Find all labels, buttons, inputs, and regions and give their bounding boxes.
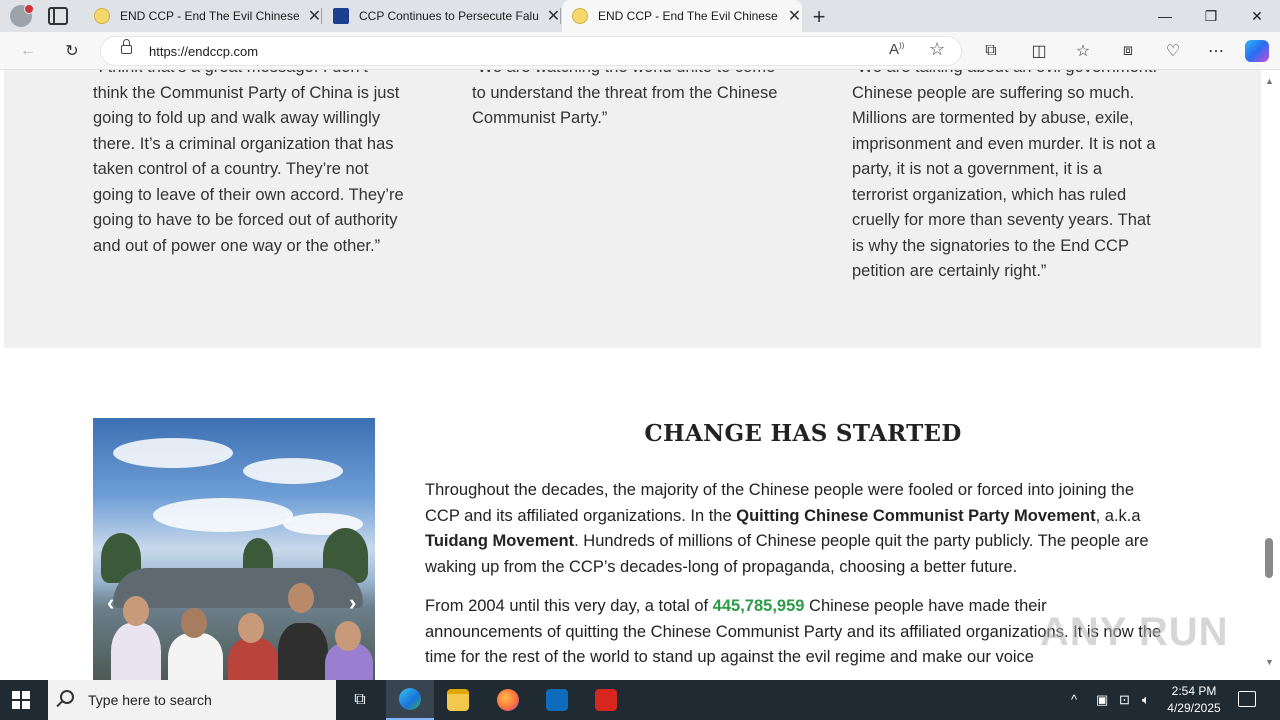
extensions-icon[interactable]: ⧉ xyxy=(980,40,1002,62)
close-window-button[interactable]: ✕ xyxy=(1234,0,1280,32)
notification-icon[interactable] xyxy=(1238,691,1256,707)
edge-icon xyxy=(399,688,421,710)
tab-title: END CCP - End The Evil Chinese Communist… xyxy=(598,9,779,23)
quote-line: going to fold up and walk away willingly xyxy=(93,109,381,127)
quote-line: “We are talking about an evil government… xyxy=(852,70,1172,81)
carousel-prev-button[interactable]: ‹ xyxy=(107,590,114,616)
browser-toolbar: ← ↻ https://endccp.com A)) ☆ ⧉ ◫ ☆ ⧈ ♡ ⋯ xyxy=(0,32,1280,70)
firefox-button[interactable] xyxy=(484,680,532,720)
date: 4/29/2025 xyxy=(1167,701,1221,715)
tab-1[interactable]: END CCP - End The Evil Chinese Communist… xyxy=(84,0,322,32)
quote-line: “I think that’s a great message. I don’t xyxy=(93,70,423,81)
outlook-icon xyxy=(546,689,568,711)
quit-count: 445,785,959 xyxy=(712,597,805,615)
smiley-favicon-icon xyxy=(572,8,588,24)
time: 2:54 PM xyxy=(1171,684,1217,698)
network-icon[interactable]: ⊡ xyxy=(1119,692,1130,708)
quote-1: “I think that’s a great message. I don’t… xyxy=(93,70,423,259)
volume-icon[interactable]: 🔈︎ xyxy=(1142,692,1150,708)
clock[interactable]: 2:54 PM 4/29/2025 xyxy=(1158,683,1230,717)
outlook-button[interactable] xyxy=(533,680,581,720)
quote-line: party, it is not a government, it is a xyxy=(852,160,1103,178)
quote-line: “We are watching the world unite to come xyxy=(472,70,802,81)
quote-line: imprisonment and even murder. It is not … xyxy=(852,134,1156,153)
task-view-button[interactable]: ⧉ xyxy=(336,680,384,720)
scroll-up-icon[interactable]: ▲ xyxy=(1265,76,1274,86)
address-bar[interactable]: https://endccp.com A)) ☆ xyxy=(100,36,962,66)
acrobat-button[interactable] xyxy=(582,680,630,720)
task-view-icon: ⧉ xyxy=(354,691,366,708)
quote-line: going to have to be forced out of author… xyxy=(93,211,398,229)
copilot-icon[interactable] xyxy=(1245,40,1269,62)
tab-actions-icon[interactable] xyxy=(48,7,68,25)
new-tab-button[interactable]: + xyxy=(809,4,829,30)
close-icon[interactable]: ✕ xyxy=(546,6,561,26)
windows-start-icon[interactable] xyxy=(12,691,30,709)
search-icon xyxy=(60,690,74,704)
carousel-next-button[interactable]: › xyxy=(349,590,356,616)
quote-line: and out of power one way or the other.” xyxy=(93,236,381,255)
quote-line: Chinese people are suffering so much. xyxy=(852,83,1135,102)
tab-strip: END CCP - End The Evil Chinese Communist… xyxy=(0,0,1280,32)
quote-line: terrorist organization, which has ruled xyxy=(852,185,1127,204)
edge-taskbar-button[interactable] xyxy=(386,680,434,720)
back-icon[interactable]: ← xyxy=(17,40,39,62)
close-icon[interactable]: ✕ xyxy=(307,6,322,26)
quote-line: think the Communist Party of China is ju… xyxy=(93,83,400,102)
quote-line: cruelly for more than seventy years. Tha… xyxy=(852,211,1151,229)
firefox-icon xyxy=(497,689,519,711)
scroll-down-icon[interactable]: ▼ xyxy=(1265,657,1274,667)
quote-line: Communist Party.” xyxy=(472,109,608,127)
browser-essentials-icon[interactable]: ♡ xyxy=(1162,40,1184,62)
acrobat-icon xyxy=(595,689,617,711)
smiley-favicon-icon xyxy=(94,8,110,24)
close-icon[interactable]: ✕ xyxy=(787,6,802,26)
taskbar-search[interactable]: Type here to search xyxy=(48,680,336,720)
chevron-up-icon[interactable]: ^ xyxy=(1071,692,1077,707)
split-screen-icon[interactable]: ◫ xyxy=(1028,40,1050,62)
page-viewport: “I think that’s a great message. I don’t… xyxy=(0,70,1280,680)
restore-button[interactable]: ❐ xyxy=(1188,0,1234,32)
file-explorer-button[interactable] xyxy=(434,680,482,720)
tab-3-active[interactable]: END CCP - End The Evil Chinese Communist… xyxy=(562,0,802,32)
quote-line: petition are certainly right.” xyxy=(852,262,1047,280)
quote-3: “We are talking about an evil government… xyxy=(852,70,1172,285)
quote-line: to understand the threat from the Chines… xyxy=(472,83,778,102)
quote-line: Millions are tormented by abuse, exile, xyxy=(852,109,1134,127)
tab-2[interactable]: CCP Continues to Persecute Falun Gong ✕ xyxy=(323,0,561,32)
page-scrollbar[interactable]: ▲ ▼ xyxy=(1261,70,1280,680)
carousel-photo: ‹ › xyxy=(93,418,375,680)
favorites-icon[interactable]: ☆ xyxy=(1072,40,1094,62)
url-text[interactable]: https://endccp.com xyxy=(149,44,258,59)
scroll-thumb[interactable] xyxy=(1265,538,1273,578)
minimize-button[interactable]: — xyxy=(1142,0,1188,32)
search-placeholder[interactable]: Type here to search xyxy=(88,692,212,708)
anyrun-watermark: ANY RUN xyxy=(1040,610,1229,654)
more-menu-icon[interactable]: ⋯ xyxy=(1205,40,1227,62)
quote-line: there. It’s a criminal organization that… xyxy=(93,134,394,153)
quote-line: taken control of a country. They’re not xyxy=(93,160,369,178)
tab-title: CCP Continues to Persecute Falun Gong xyxy=(359,9,538,23)
device-icon[interactable]: ▣ xyxy=(1096,692,1108,708)
quote-line: is why the signatories to the End CCP xyxy=(852,236,1129,255)
tab-title: END CCP - End The Evil Chinese Communist… xyxy=(120,9,299,23)
favorite-star-icon[interactable]: ☆ xyxy=(929,39,945,60)
collections-icon[interactable]: ⧈ xyxy=(1117,40,1139,62)
windows-taskbar: Type here to search ⧉ ^ ▣ ⊡ 🔈︎ 2:54 PM 4… xyxy=(0,680,1280,720)
lock-icon[interactable] xyxy=(121,39,132,54)
paragraph-decades: Throughout the decades, the majority of … xyxy=(425,481,1149,576)
profile-avatar[interactable] xyxy=(10,4,34,27)
quote-2: “We are watching the world unite to come… xyxy=(472,70,802,132)
folder-icon xyxy=(447,689,469,711)
quote-line: going to leave of their own accord. They… xyxy=(93,185,404,204)
read-aloud-icon[interactable]: A)) xyxy=(889,41,904,58)
refresh-icon[interactable]: ↻ xyxy=(61,40,83,62)
section-title: CHANGE HAS STARTED xyxy=(644,420,962,447)
news-favicon-icon xyxy=(333,8,349,24)
